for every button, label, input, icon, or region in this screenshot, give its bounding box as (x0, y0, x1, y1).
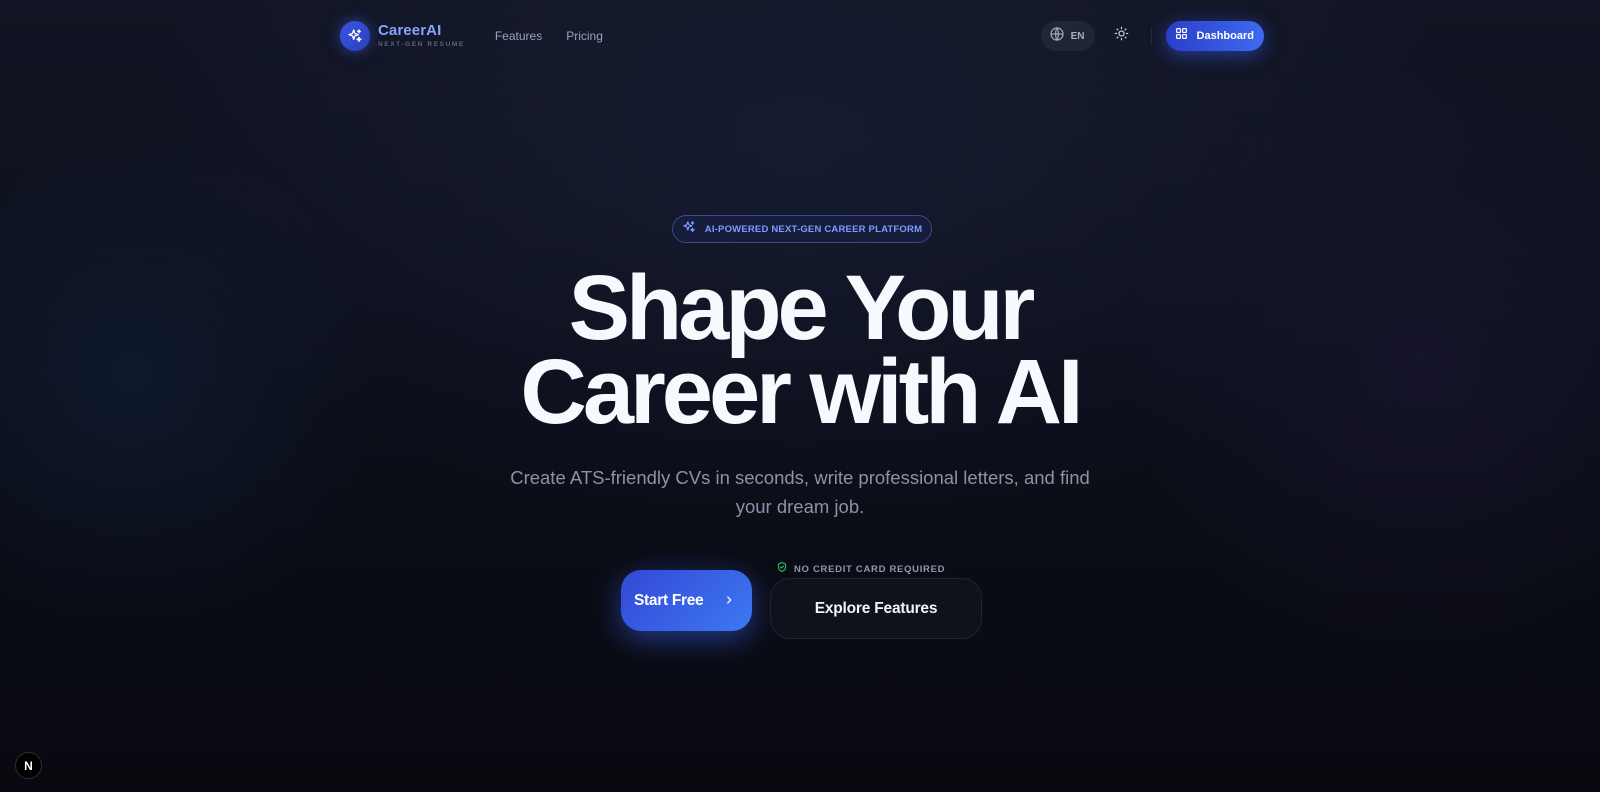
nav-divider (1150, 27, 1152, 45)
grid-icon (1175, 27, 1188, 45)
hero-badge-label: AI-POWERED NEXT-GEN CAREER PLATFORM (704, 223, 923, 235)
logo-title: CareerAI (378, 22, 442, 40)
nav-link-pricing[interactable]: Pricing (566, 29, 603, 43)
start-free-label: Start Free (634, 591, 704, 609)
cta-row: Start Free NO CREDIT CARD REQUIRED Explo… (0, 560, 1600, 639)
chevron-right-icon (724, 592, 734, 610)
explore-features-label: Explore Features (814, 599, 938, 617)
language-switcher[interactable]: EN (1040, 21, 1095, 51)
nav-actions: EN Dashboard (1040, 21, 1264, 51)
no-credit-card-label: NO CREDIT CARD REQUIRED (794, 563, 946, 575)
sparkles-icon (340, 21, 370, 51)
dashboard-label: Dashboard (1196, 30, 1254, 42)
sun-icon (1114, 26, 1129, 46)
dashboard-button[interactable]: Dashboard (1165, 21, 1264, 51)
shield-check-icon (776, 560, 788, 578)
hero-headline-line-2: Career with AI (520, 341, 1083, 443)
globe-icon (1049, 26, 1065, 47)
logo-subtitle: NEXT-GEN RESUME (378, 41, 465, 49)
explore-features-button[interactable]: Explore Features (770, 578, 982, 639)
logo[interactable]: CareerAI NEXT-GEN RESUME (340, 21, 465, 51)
dev-tools-letter: N (24, 758, 33, 773)
landing-page: CareerAI NEXT-GEN RESUME Features Pricin… (0, 0, 1600, 792)
hero-headline: Shape Your Career with AI (0, 257, 1600, 443)
sparkles-icon (682, 220, 696, 239)
no-credit-card-note: NO CREDIT CARD REQUIRED (776, 560, 945, 578)
start-free-button[interactable]: Start Free (621, 570, 752, 631)
hero-subtitle: Create ATS-friendly CVs in seconds, writ… (510, 467, 1090, 517)
nav-link-features[interactable]: Features (495, 29, 542, 43)
language-label: EN (1070, 30, 1085, 42)
nav-links: Features Pricing (495, 29, 603, 43)
hero-badge: AI-POWERED NEXT-GEN CAREER PLATFORM (672, 215, 932, 243)
dev-tools-badge[interactable]: N (15, 752, 42, 779)
theme-toggle-button[interactable] (1107, 21, 1137, 51)
hero-headline-line-1: Shape Your (568, 257, 1036, 359)
top-nav: CareerAI NEXT-GEN RESUME Features Pricin… (340, 18, 1264, 54)
